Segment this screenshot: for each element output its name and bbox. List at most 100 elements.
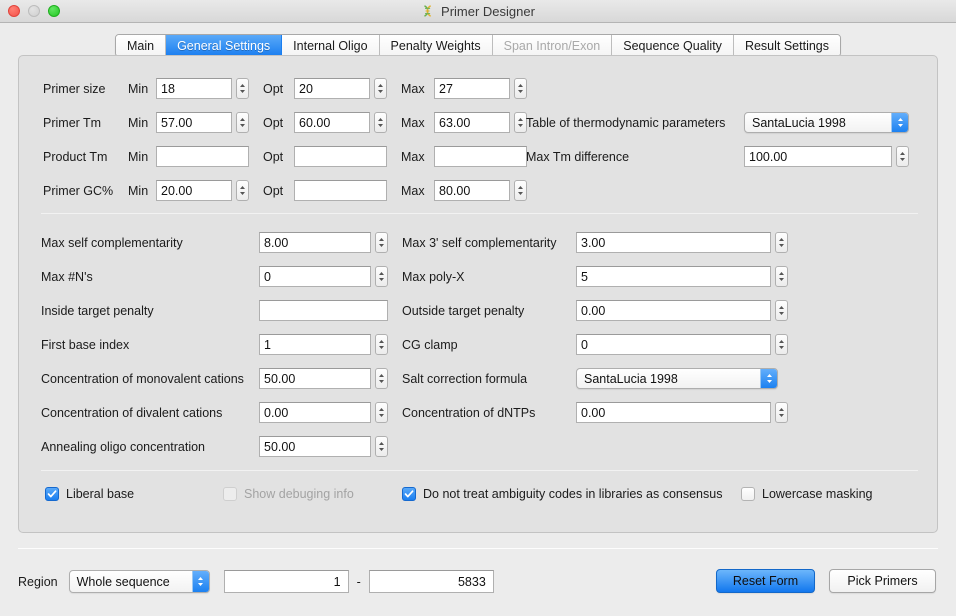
monovalent-cations-stepper[interactable] — [375, 368, 388, 389]
region-select[interactable]: Whole sequence — [68, 570, 210, 593]
primer-size-max-stepper[interactable] — [514, 78, 527, 99]
primer-tm-min-stepper[interactable] — [236, 112, 249, 133]
outside-target-penalty-stepper[interactable] — [775, 300, 788, 321]
region-value: Whole sequence — [76, 574, 170, 589]
reset-form-button[interactable]: Reset Form — [716, 569, 815, 593]
salt-correction-formula-row: Salt correction formula SantaLucia 1998 — [402, 368, 778, 389]
show-debugging-info-checkbox — [223, 487, 237, 501]
range-dash: - — [356, 574, 361, 589]
minimize-button[interactable] — [28, 5, 40, 17]
general-settings-panel: Primer size Min 18 Opt 20 Max 27 Primer … — [18, 55, 938, 533]
tab-result-settings[interactable]: Result Settings — [733, 35, 841, 56]
close-button[interactable] — [8, 5, 20, 17]
max-poly-x-input[interactable]: 5 — [576, 266, 771, 287]
dna-helix-icon — [424, 5, 432, 17]
primer-size-min-stepper[interactable] — [236, 78, 249, 99]
window-title: Primer Designer — [441, 3, 535, 19]
monovalent-cations-label: Concentration of monovalent cations — [41, 371, 244, 386]
pick-primers-button[interactable]: Pick Primers — [829, 569, 936, 593]
primer-gc-opt-input[interactable] — [294, 180, 387, 201]
cg-clamp-input[interactable]: 0 — [576, 334, 771, 355]
region-label: Region — [18, 574, 58, 589]
tab-internal-oligo[interactable]: Internal Oligo — [282, 35, 380, 56]
tab-main[interactable]: Main — [115, 35, 167, 56]
show-debugging-info-checkbox-row: Show debuging info — [223, 487, 354, 501]
ambiguity-codes-checkbox-row[interactable]: Do not treat ambiguity codes in librarie… — [402, 487, 722, 501]
checkmark-icon — [47, 490, 57, 498]
lowercase-masking-checkbox[interactable] — [741, 487, 755, 501]
separator-bottom — [41, 470, 918, 471]
tab-penalty-weights[interactable]: Penalty Weights — [379, 35, 493, 56]
cg-clamp-label: CG clamp — [402, 337, 458, 352]
tab-general-settings[interactable]: General Settings — [166, 35, 283, 56]
primer-size-opt-input[interactable]: 20 — [294, 78, 370, 99]
bottom-bar: Region Whole sequence 1 - 5833 Reset For… — [0, 560, 956, 604]
opt-label-4: Opt — [263, 183, 284, 198]
primer-tm-min-input[interactable]: 57.00 — [156, 112, 232, 133]
first-base-index-stepper[interactable] — [375, 334, 388, 355]
primer-tm-opt-input[interactable]: 60.00 — [294, 112, 370, 133]
inside-target-penalty-input[interactable] — [259, 300, 388, 321]
primer-tm-label: Primer Tm — [43, 115, 102, 130]
window-titlebar: Primer Designer — [0, 0, 956, 23]
ambiguity-codes-checkbox[interactable] — [402, 487, 416, 501]
product-tm-opt-input[interactable] — [294, 146, 387, 167]
primer-tm-max-input[interactable]: 63.00 — [434, 112, 510, 133]
max-tm-difference-input[interactable]: 100.00 — [744, 146, 892, 167]
tab-sequence-quality[interactable]: Sequence Quality — [612, 35, 734, 56]
max-n-count-input[interactable]: 0 — [259, 266, 371, 287]
chevron-updown-icon-3 — [191, 571, 209, 592]
max-tm-difference-label: Max Tm difference — [526, 149, 630, 164]
annealing-oligo-concentration-label: Annealing oligo concentration — [41, 439, 206, 454]
dntps-concentration-row: Concentration of dNTPs 0.00 — [402, 402, 788, 423]
salt-correction-formula-value: SantaLucia 1998 — [584, 371, 678, 386]
max-poly-x-stepper[interactable] — [775, 266, 788, 287]
lowercase-masking-checkbox-row[interactable]: Lowercase masking — [741, 487, 872, 501]
divalent-cations-input[interactable]: 0.00 — [259, 402, 371, 423]
zoom-button[interactable] — [48, 5, 60, 17]
dntps-concentration-input[interactable]: 0.00 — [576, 402, 771, 423]
max-3prime-self-complementarity-input[interactable]: 3.00 — [576, 232, 771, 253]
primer-tm-opt-stepper[interactable] — [374, 112, 387, 133]
max-self-complementarity-input[interactable]: 8.00 — [259, 232, 371, 253]
divalent-cations-stepper[interactable] — [375, 402, 388, 423]
max-self-complementarity-stepper[interactable] — [375, 232, 388, 253]
product-tm-max-input[interactable] — [434, 146, 527, 167]
thermo-table-select[interactable]: SantaLucia 1998 — [744, 112, 909, 133]
chevron-updown-icon — [891, 113, 908, 132]
primer-gc-min-input[interactable]: 20.00 — [156, 180, 232, 201]
primer-size-max-input[interactable]: 27 — [434, 78, 510, 99]
salt-correction-formula-select[interactable]: SantaLucia 1998 — [576, 368, 778, 389]
dntps-concentration-stepper[interactable] — [775, 402, 788, 423]
primer-size-opt-stepper[interactable] — [374, 78, 387, 99]
cg-clamp-row: CG clamp 0 — [402, 334, 788, 355]
cg-clamp-stepper[interactable] — [775, 334, 788, 355]
first-base-index-input[interactable]: 1 — [259, 334, 371, 355]
outside-target-penalty-input[interactable]: 0.00 — [576, 300, 771, 321]
max-3prime-self-complementarity-stepper[interactable] — [775, 232, 788, 253]
product-tm-row: Product Tm Min Opt Max — [43, 146, 527, 167]
max-n-count-stepper[interactable] — [375, 266, 388, 287]
primer-size-row: Primer size Min 18 Opt 20 Max 27 — [43, 78, 527, 99]
max-3prime-self-complementarity-label: Max 3' self complementarity — [402, 235, 557, 250]
max-tm-difference-row: Max Tm difference 100.00 — [526, 146, 909, 167]
liberal-base-checkbox-row[interactable]: Liberal base — [45, 487, 134, 501]
product-tm-min-input[interactable] — [156, 146, 249, 167]
min-label-2: Min — [128, 115, 149, 130]
max-3prime-self-complementarity-row: Max 3' self complementarity 3.00 — [402, 232, 788, 253]
window-title-group: Primer Designer — [0, 0, 956, 22]
tab-span-intron-exon: Span Intron/Exon — [492, 35, 613, 56]
monovalent-cations-input[interactable]: 50.00 — [259, 368, 371, 389]
region-start-input[interactable]: 1 — [223, 570, 349, 593]
primer-size-min-input[interactable]: 18 — [156, 78, 232, 99]
liberal-base-checkbox[interactable] — [45, 487, 59, 501]
annealing-oligo-concentration-stepper[interactable] — [375, 436, 388, 457]
region-end-input[interactable]: 5833 — [368, 570, 494, 593]
primer-gc-min-stepper[interactable] — [236, 180, 249, 201]
annealing-oligo-concentration-input[interactable]: 50.00 — [259, 436, 371, 457]
max-tm-difference-stepper[interactable] — [896, 146, 909, 167]
primer-gc-max-stepper[interactable] — [514, 180, 527, 201]
dntps-concentration-label: Concentration of dNTPs — [402, 405, 536, 420]
action-buttons: Reset Form Pick Primers — [716, 569, 936, 593]
primer-gc-max-input[interactable]: 80.00 — [434, 180, 510, 201]
